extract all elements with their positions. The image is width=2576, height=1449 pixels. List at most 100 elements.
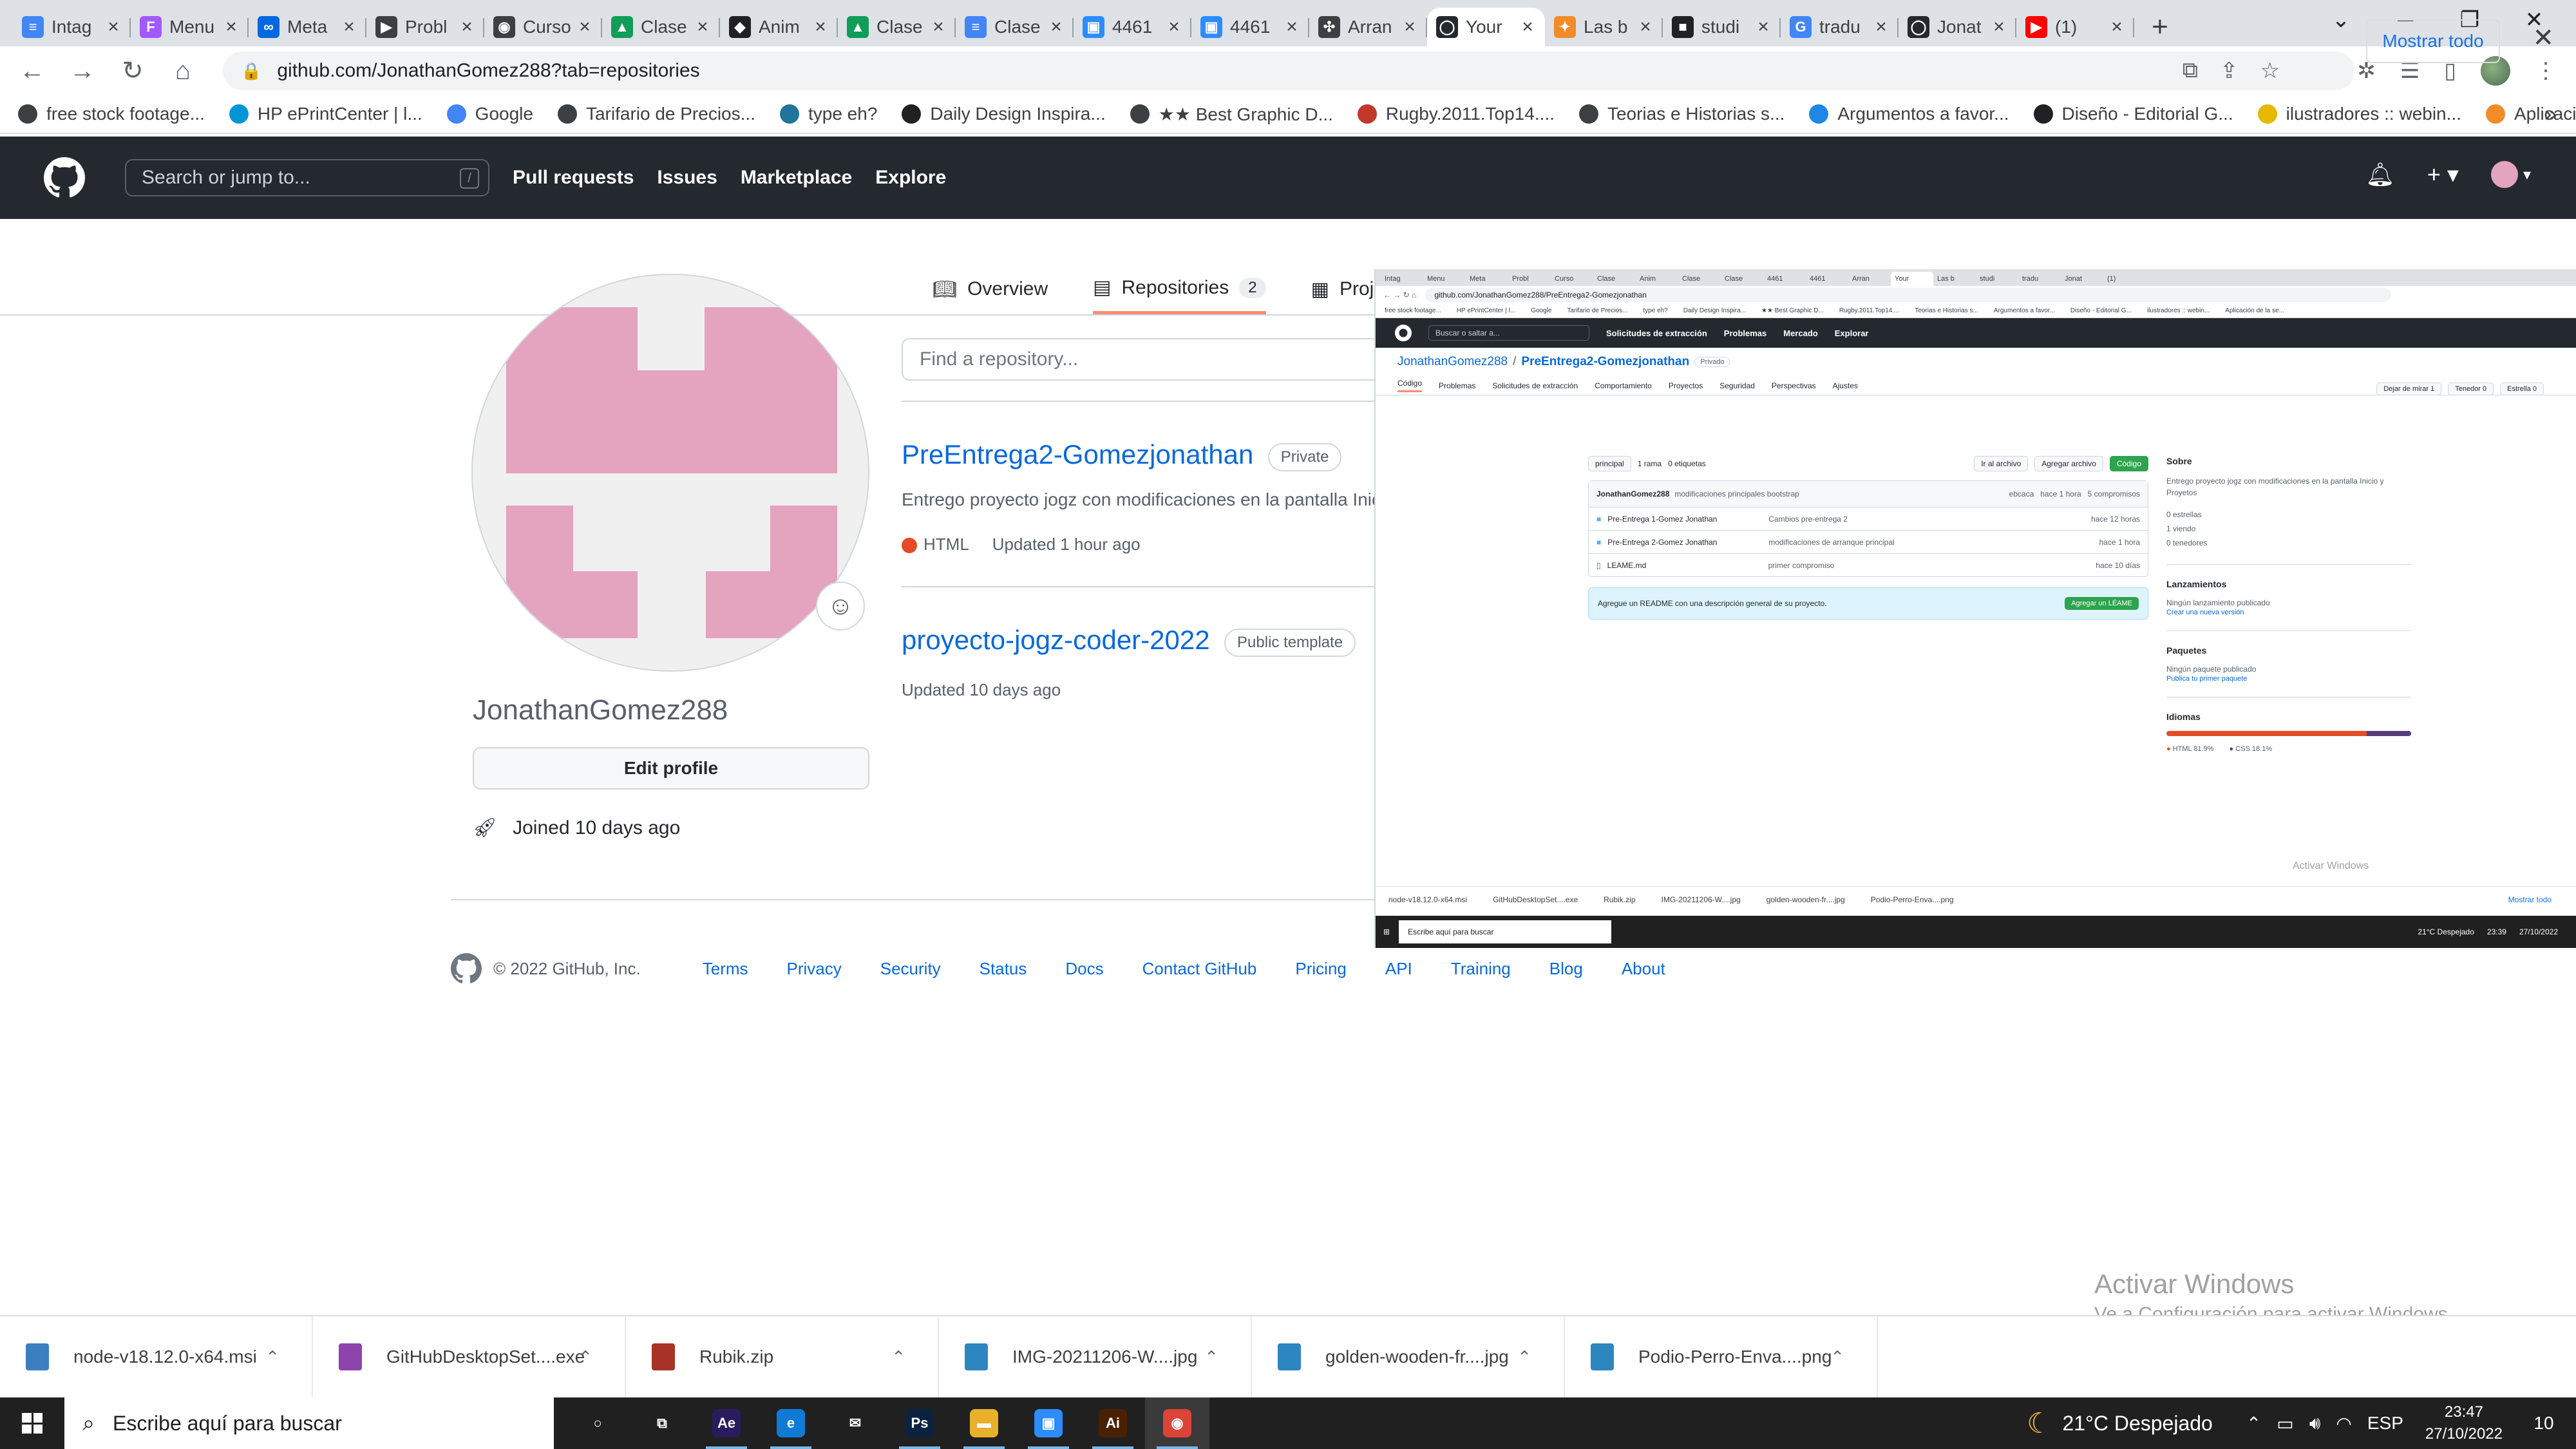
chrome-menu-icon[interactable]: ⋮: [2535, 58, 2557, 84]
tab-close-icon[interactable]: ×: [694, 16, 711, 38]
bookmark-item[interactable]: Teorias e Historias s...: [1578, 104, 1785, 124]
bookmark-item[interactable]: HP ePrintCenter | l...: [229, 104, 422, 124]
tab-close-icon[interactable]: ×: [1991, 16, 2007, 38]
bookmark-item[interactable]: ilustradores :: webin...: [2257, 104, 2461, 124]
wifi-icon[interactable]: ◠: [2336, 1413, 2351, 1434]
tab-close-icon[interactable]: ×: [812, 16, 829, 38]
taskbar-app-after-effects[interactable]: Ae: [694, 1397, 759, 1449]
find-repository-input[interactable]: Find a repository...: [902, 338, 1374, 381]
weather-widget[interactable]: ☾ 21°C Despejado: [2027, 1407, 2213, 1440]
reload-button[interactable]: ↻: [112, 50, 153, 91]
tab-close-icon[interactable]: ×: [1048, 16, 1065, 38]
user-menu-dropdown[interactable]: ▾: [2490, 161, 2531, 188]
repository-link[interactable]: PreEntrega2-Gomezjonathan: [902, 439, 1253, 470]
more-bookmarks-icon[interactable]: »: [2544, 102, 2557, 127]
bookmark-item[interactable]: free stock footage...: [18, 104, 205, 124]
bookmark-item[interactable]: type eh?: [779, 104, 877, 124]
create-new-dropdown[interactable]: + ▾: [2427, 161, 2459, 188]
taskbar-app-chrome[interactable]: ◉: [1145, 1397, 1209, 1449]
github-logo-icon[interactable]: [44, 157, 85, 198]
browser-tab[interactable]: ▣ 4461 ×: [1191, 8, 1309, 46]
profile-avatar[interactable]: [471, 274, 869, 672]
browser-tab[interactable]: ✦ Las b ×: [1545, 8, 1663, 46]
network-icon[interactable]: ▭: [2277, 1413, 2293, 1434]
bookmark-item[interactable]: ★★ Best Graphic D...: [1130, 104, 1333, 125]
nav-pull-requests[interactable]: Pull requests: [513, 167, 634, 189]
browser-tab[interactable]: ◉ Curso ×: [484, 8, 602, 46]
taskbar-app-task-view[interactable]: ⧉: [630, 1397, 694, 1449]
browser-tab[interactable]: ◯ Jonat ×: [1899, 8, 2016, 46]
browser-tab[interactable]: ▲ Clase ×: [602, 8, 720, 46]
bookmark-item[interactable]: Aplicación de la se...: [2485, 104, 2576, 124]
nav-marketplace[interactable]: Marketplace: [741, 167, 852, 189]
taskbar-app-photoshop[interactable]: Ps: [887, 1397, 952, 1449]
show-all-downloads-button[interactable]: Mostrar todo: [2366, 19, 2500, 63]
close-downloads-bar-icon[interactable]: ✕: [2532, 23, 2554, 53]
footer-link-blog[interactable]: Blog: [1549, 959, 1583, 979]
footer-link-security[interactable]: Security: [880, 959, 941, 979]
browser-tab[interactable]: F Menu ×: [131, 8, 249, 46]
start-button[interactable]: [0, 1397, 64, 1449]
set-status-smiley-icon[interactable]: ☺: [816, 582, 865, 630]
download-item[interactable]: golden-wooden-fr....jpg ⌃: [1252, 1316, 1565, 1398]
browser-tab[interactable]: ▲ Clase ×: [838, 8, 956, 46]
bookmark-item[interactable]: Diseño - Editorial G...: [2033, 104, 2233, 124]
browser-tab[interactable]: ▣ 4461 ×: [1074, 8, 1191, 46]
taskbar-search-input[interactable]: ⌕ Escribe aquí para buscar: [64, 1397, 554, 1449]
taskbar-app-zoom[interactable]: ▣: [1016, 1397, 1081, 1449]
bookmark-star-icon[interactable]: ☆: [2260, 58, 2280, 84]
browser-tab[interactable]: ✣ Arran ×: [1309, 8, 1427, 46]
tab-close-icon[interactable]: ×: [1283, 16, 1300, 38]
footer-link-about[interactable]: About: [1622, 959, 1665, 979]
download-item[interactable]: GitHubDesktopSet....exe ⌃: [313, 1316, 626, 1398]
translate-icon[interactable]: ⧉: [2183, 58, 2198, 84]
download-options-chevron-icon[interactable]: ⌃: [891, 1347, 905, 1367]
new-tab-button[interactable]: +: [2141, 8, 2179, 46]
footer-link-contact[interactable]: Contact GitHub: [1142, 959, 1257, 979]
download-options-chevron-icon[interactable]: ⌃: [1830, 1347, 1844, 1367]
input-language[interactable]: ESP: [2367, 1413, 2403, 1434]
bookmark-item[interactable]: Daily Design Inspira...: [902, 104, 1106, 124]
footer-link-training[interactable]: Training: [1451, 959, 1511, 979]
browser-tab[interactable]: ▶ Probl ×: [366, 8, 484, 46]
tab-close-icon[interactable]: ×: [1166, 16, 1182, 38]
tab-close-icon[interactable]: ×: [2108, 16, 2125, 38]
repository-link[interactable]: proyecto-jogz-coder-2022: [902, 625, 1210, 656]
tab-close-icon[interactable]: ×: [341, 16, 357, 38]
notifications-bell-icon[interactable]: 🔔︎: [2365, 161, 2395, 188]
tab-close-icon[interactable]: ×: [1755, 16, 1772, 38]
taskbar-clock[interactable]: 23:47 27/10/2022: [2425, 1401, 2503, 1445]
github-search-input[interactable]: Search or jump to... /: [125, 159, 489, 196]
taskbar-app-cortana[interactable]: ○: [565, 1397, 630, 1449]
download-item[interactable]: IMG-20211206-W....jpg ⌃: [939, 1316, 1252, 1398]
footer-link-terms[interactable]: Terms: [703, 959, 748, 979]
home-button[interactable]: ⌂: [162, 50, 204, 91]
footer-link-docs[interactable]: Docs: [1065, 959, 1103, 979]
taskbar-app-edge[interactable]: e: [759, 1397, 823, 1449]
nav-issues[interactable]: Issues: [657, 167, 717, 189]
tab-search-button[interactable]: ⌄: [2312, 0, 2370, 40]
back-button[interactable]: ←: [12, 50, 53, 91]
footer-link-status[interactable]: Status: [980, 959, 1027, 979]
tab-close-icon[interactable]: ×: [1401, 16, 1418, 38]
browser-tab[interactable]: ■ studi ×: [1663, 8, 1781, 46]
browser-tab[interactable]: Gtradu ×: [1781, 8, 1899, 46]
download-options-chevron-icon[interactable]: ⌃: [578, 1347, 592, 1367]
browser-tab[interactable]: ∞ Meta ×: [249, 8, 366, 46]
footer-link-pricing[interactable]: Pricing: [1295, 959, 1346, 979]
edit-profile-button[interactable]: Edit profile: [473, 747, 869, 790]
download-item[interactable]: Rubik.zip ⌃: [626, 1316, 939, 1398]
taskbar-app-file-explorer[interactable]: ▬: [952, 1397, 1016, 1449]
tab-close-icon[interactable]: ×: [1873, 16, 1889, 38]
footer-link-api[interactable]: API: [1385, 959, 1412, 979]
bookmark-item[interactable]: Google: [446, 104, 533, 124]
taskbar-app-illustrator[interactable]: Ai: [1081, 1397, 1145, 1449]
volume-icon[interactable]: 🔊︎: [2309, 1413, 2321, 1434]
download-item[interactable]: Podio-Perro-Enva....png ⌃: [1565, 1316, 1878, 1398]
browser-tab[interactable]: ≡ Clase ×: [956, 8, 1074, 46]
forward-button[interactable]: →: [62, 50, 103, 91]
download-options-chevron-icon[interactable]: ⌃: [1517, 1347, 1531, 1367]
bookmark-item[interactable]: Rugby.2011.Top14....: [1357, 104, 1555, 124]
tab-close-icon[interactable]: ×: [459, 16, 475, 38]
share-icon[interactable]: ⇪: [2220, 58, 2239, 84]
